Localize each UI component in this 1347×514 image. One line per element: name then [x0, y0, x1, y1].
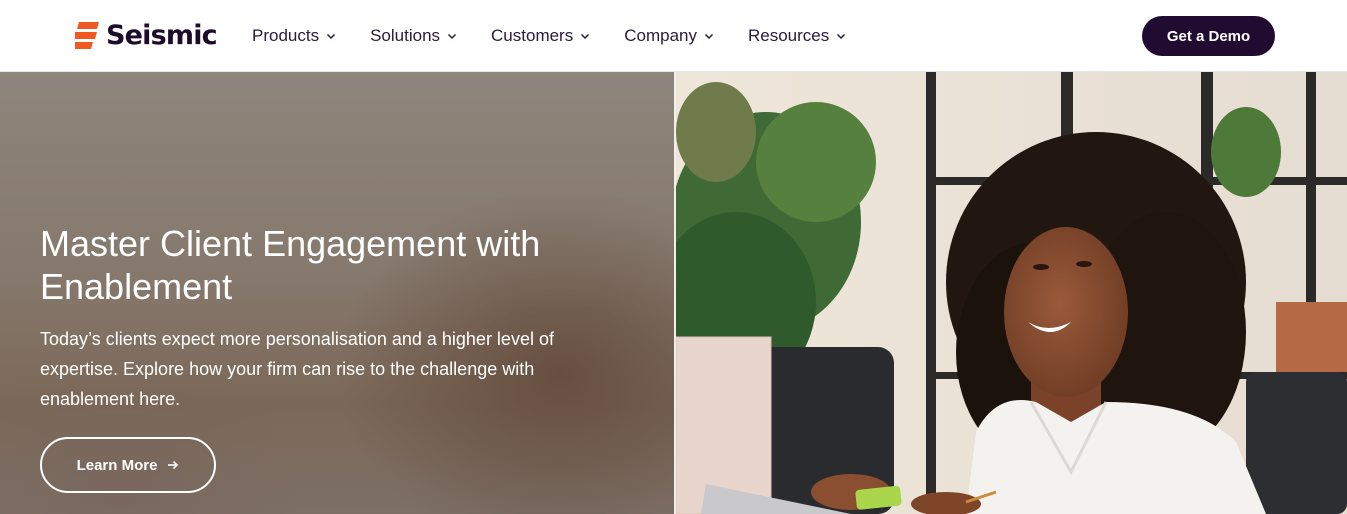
nav-item-label: Solutions: [370, 26, 441, 45]
chevron-down-icon: [581, 33, 590, 40]
nav-item-label: Customers: [491, 26, 574, 45]
nav-item-customers[interactable]: Customers: [491, 26, 590, 46]
hero-image: [676, 72, 1347, 514]
site-header: Seismic Products Solutions Customers Com…: [0, 0, 1347, 72]
learn-more-label: Learn More: [76, 456, 158, 474]
main-nav: Products Solutions Customers Company Res…: [252, 22, 880, 50]
nav-item-label: Company: [624, 26, 697, 45]
arrow-right-icon: [168, 460, 179, 470]
hero-description: Today’s clients expect more personalisat…: [40, 329, 554, 409]
nav-item-resources[interactable]: Resources: [748, 26, 846, 46]
chevron-down-icon: [837, 33, 846, 40]
get-a-demo-button[interactable]: Get a Demo: [1142, 16, 1275, 56]
hero-title: Master Client Engagement with Enablement: [40, 223, 541, 307]
smiling-woman-photo: [676, 72, 1347, 514]
chevron-down-icon: [448, 33, 457, 40]
nav-item-solutions[interactable]: Solutions: [370, 26, 457, 46]
nav-item-label: Products: [252, 26, 320, 45]
chevron-down-icon: [327, 33, 336, 40]
learn-more-button[interactable]: Learn More: [40, 437, 216, 493]
nav-item-label: Resources: [747, 26, 830, 45]
seismic-logo[interactable]: Seismic: [75, 18, 218, 54]
nav-item-products[interactable]: Products: [252, 26, 336, 46]
nav-item-company[interactable]: Company: [624, 26, 714, 46]
chevron-down-icon: [704, 33, 714, 40]
seismic-logo-mark-icon: [75, 22, 99, 49]
brand-name: Seismic: [106, 20, 218, 51]
